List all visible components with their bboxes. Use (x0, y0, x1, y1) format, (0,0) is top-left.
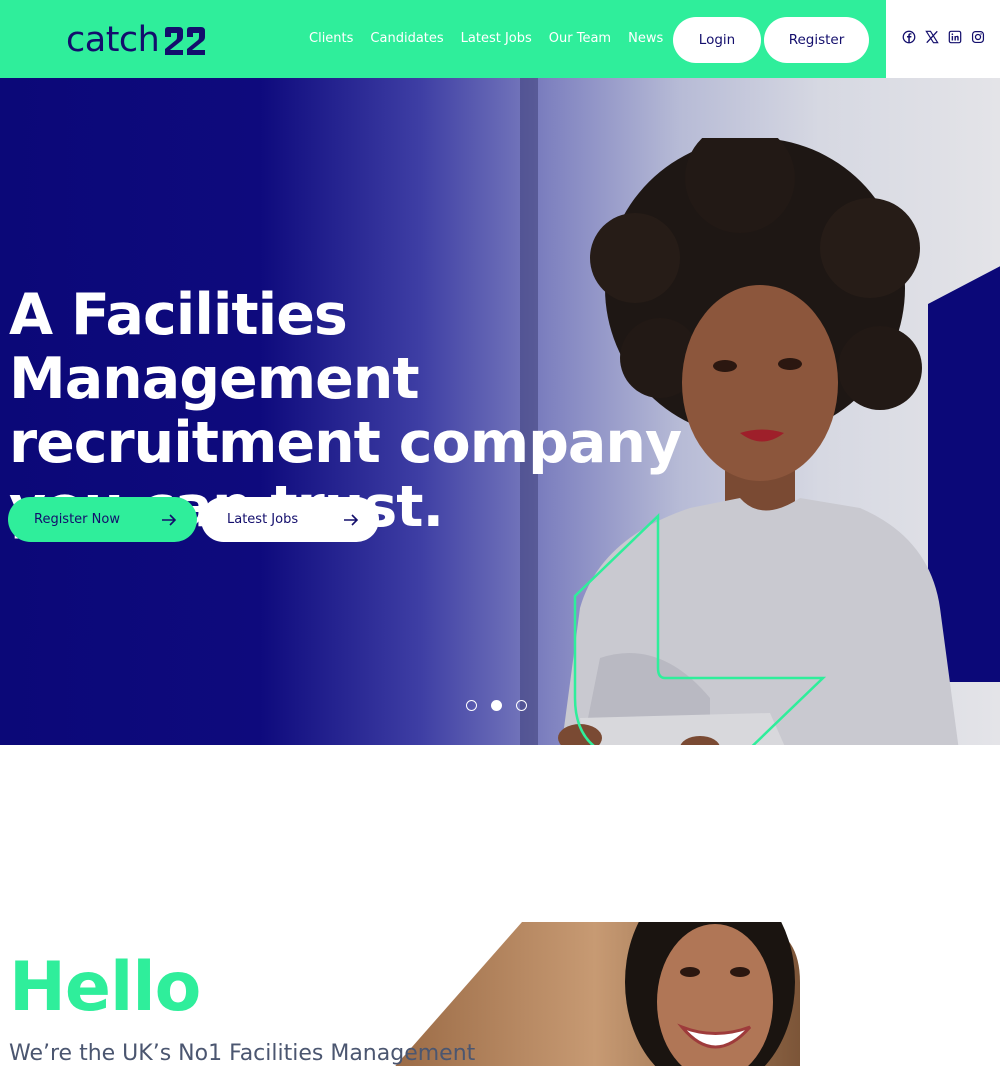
slider-dots (466, 700, 527, 711)
linkedin-icon[interactable] (948, 30, 962, 44)
social-links (886, 0, 1000, 78)
main-nav: Clients Candidates Latest Jobs Our Team … (309, 31, 663, 46)
hero-headline-line-2: recruitment company (9, 410, 682, 476)
arrow-right-icon (344, 513, 359, 526)
register-button[interactable]: Register (764, 17, 869, 63)
register-now-button[interactable]: Register Now (8, 497, 197, 542)
nav-candidates[interactable]: Candidates (370, 31, 443, 46)
slider-dot-2[interactable] (491, 700, 502, 711)
facebook-icon[interactable] (902, 30, 916, 44)
latest-jobs-button[interactable]: Latest Jobs (201, 497, 379, 542)
nav-latest-jobs[interactable]: Latest Jobs (461, 31, 532, 46)
instagram-icon[interactable] (971, 30, 985, 44)
logo-22-mark (165, 27, 206, 55)
logo-text: catch (66, 19, 160, 60)
hero-headline-line-1: A Facilities Management (9, 282, 420, 412)
login-button[interactable]: Login (673, 17, 761, 63)
arrow-right-icon (162, 513, 177, 526)
hello-subheading: We’re the UK’s No1 Facilities Management (9, 1041, 476, 1066)
logo[interactable]: catch (66, 20, 207, 60)
latest-jobs-label: Latest Jobs (227, 512, 299, 527)
nav-news[interactable]: News (628, 31, 663, 46)
register-now-label: Register Now (34, 512, 120, 527)
x-icon[interactable] (924, 30, 939, 44)
hero-slider: A Facilities Management recruitment comp… (0, 78, 1000, 745)
slider-dot-3[interactable] (516, 700, 527, 711)
nav-our-team[interactable]: Our Team (549, 31, 611, 46)
nav-clients[interactable]: Clients (309, 31, 353, 46)
hello-heading: Hello (9, 948, 201, 1027)
slider-dot-1[interactable] (466, 700, 477, 711)
site-header: catch Clients Candidates Latest Jobs Our… (0, 0, 886, 78)
